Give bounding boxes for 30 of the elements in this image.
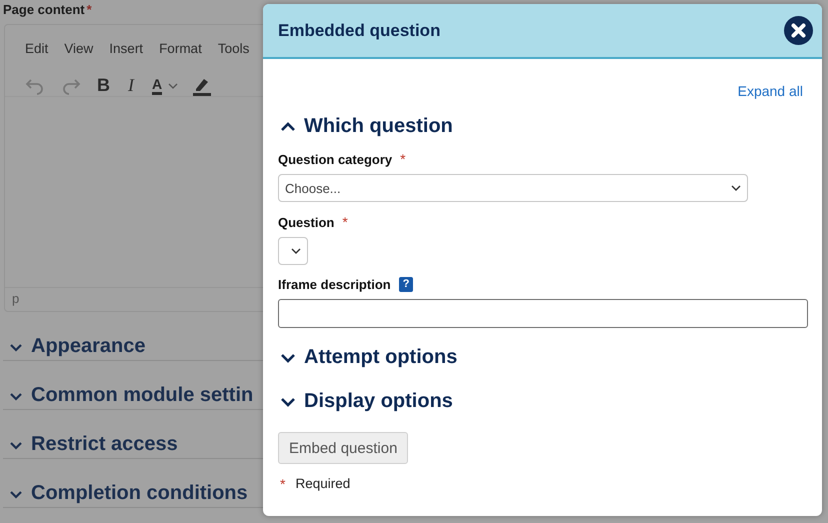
italic-button[interactable]: I [128,75,134,96]
text-color-button[interactable]: A [152,76,162,94]
required-mark: * [400,151,406,167]
menu-item[interactable]: Format [159,41,202,65]
expand-all-link[interactable]: Expand all [738,83,803,107]
required-mark: * [86,2,92,17]
caret-icon [731,185,741,191]
menu-item[interactable]: Edit [25,41,48,65]
menu-item[interactable]: Insert [109,41,144,65]
field-label: Iframe description [278,277,391,292]
input-field[interactable] [278,299,808,328]
chevron-icon[interactable] [280,352,296,362]
field-label: Page content [3,2,85,17]
caret-icon [291,248,301,254]
caret-icon[interactable] [168,82,178,88]
close-icon[interactable] [784,16,813,45]
select-field[interactable]: Choose... [278,174,748,202]
dialog-title: Embedded question [278,20,440,40]
menu-item[interactable]: Tools [218,41,250,65]
menu-item[interactable]: View [64,41,94,65]
chevron-icon[interactable] [280,120,296,132]
element-path[interactable]: p [12,291,20,306]
field-label: Question [278,214,334,230]
select-field[interactable] [278,237,308,265]
help-button[interactable]: ? [398,277,414,292]
bold-button[interactable]: B [97,75,110,96]
field-label: Question category [278,152,392,166]
chevron-icon[interactable] [280,396,296,406]
required-mark: * [342,214,348,230]
section-header[interactable]: Which question [280,113,807,139]
